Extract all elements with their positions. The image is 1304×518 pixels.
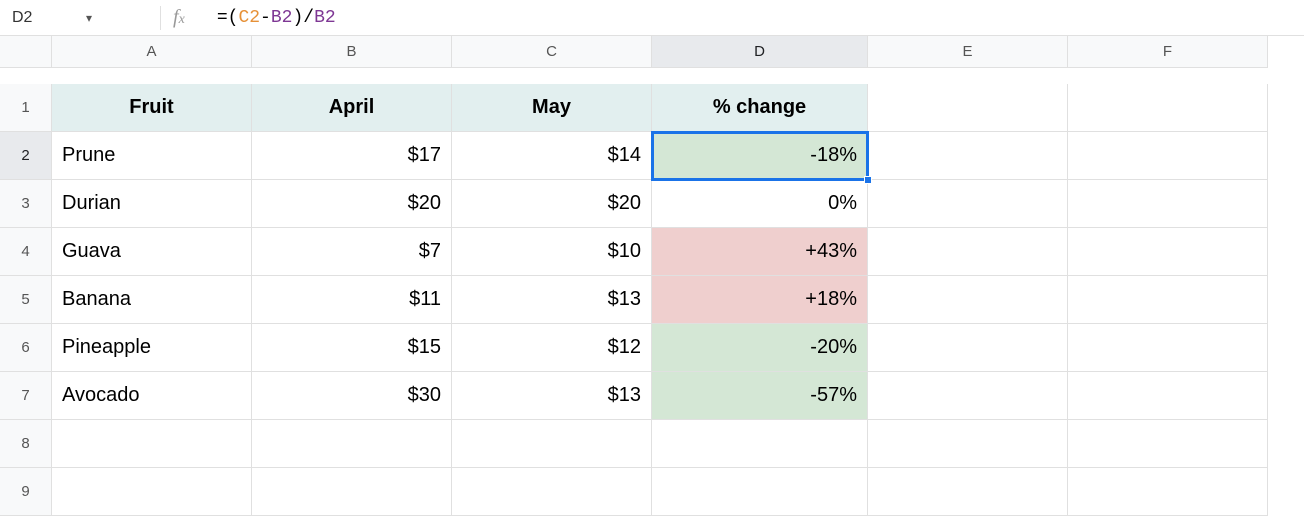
cell-C8[interactable] (452, 420, 652, 468)
cell-D9[interactable] (652, 468, 868, 516)
cell-B1[interactable]: April (252, 84, 452, 132)
cell-C5[interactable]: $13 (452, 276, 652, 324)
cell-E3[interactable] (868, 180, 1068, 228)
cell-A3[interactable]: Durian (52, 180, 252, 228)
cell-A6[interactable]: Pineapple (52, 324, 252, 372)
select-all-corner[interactable] (0, 36, 52, 68)
cell-B3[interactable]: $20 (252, 180, 452, 228)
cell-D6[interactable]: -20% (652, 324, 868, 372)
cell-A9[interactable] (52, 468, 252, 516)
cell-D7[interactable]: -57% (652, 372, 868, 420)
row-header-3[interactable]: 3 (0, 180, 52, 228)
cell-F5[interactable] (1068, 276, 1268, 324)
cell-D3[interactable]: 0% (652, 180, 868, 228)
col-header-D[interactable]: D (652, 36, 868, 68)
cell-C7[interactable]: $13 (452, 372, 652, 420)
row-header-4[interactable]: 4 (0, 228, 52, 276)
cell-E6[interactable] (868, 324, 1068, 372)
cell-D5[interactable]: +18% (652, 276, 868, 324)
cell-F1[interactable] (1068, 84, 1268, 132)
cell-C1[interactable]: May (452, 84, 652, 132)
formula-bar: D2 ▾ fx =(C2-B2)/B2 (0, 0, 1304, 36)
cell-B8[interactable] (252, 420, 452, 468)
row-header-2[interactable]: 2 (0, 132, 52, 180)
cell-A4[interactable]: Guava (52, 228, 252, 276)
cell-A7[interactable]: Avocado (52, 372, 252, 420)
cell-B4[interactable]: $7 (252, 228, 452, 276)
cell-E2[interactable] (868, 132, 1068, 180)
col-header-A[interactable]: A (52, 36, 252, 68)
cell-F9[interactable] (1068, 468, 1268, 516)
row-header-8[interactable]: 8 (0, 420, 52, 468)
cell-A2[interactable]: Prune (52, 132, 252, 180)
cell-E9[interactable] (868, 468, 1068, 516)
cell-E8[interactable] (868, 420, 1068, 468)
row-header-1[interactable]: 1 (0, 84, 52, 132)
col-header-F[interactable]: F (1068, 36, 1268, 68)
cell-E7[interactable] (868, 372, 1068, 420)
cell-reference: D2 (12, 9, 32, 27)
formula-input[interactable]: =(C2-B2)/B2 (217, 8, 1304, 28)
cell-A1[interactable]: Fruit (52, 84, 252, 132)
cell-A5[interactable]: Banana (52, 276, 252, 324)
cell-B2[interactable]: $17 (252, 132, 452, 180)
row-header-6[interactable]: 6 (0, 324, 52, 372)
cell-D4[interactable]: +43% (652, 228, 868, 276)
cell-E4[interactable] (868, 228, 1068, 276)
cell-C2[interactable]: $14 (452, 132, 652, 180)
cell-C4[interactable]: $10 (452, 228, 652, 276)
row-header-9[interactable]: 9 (0, 468, 52, 516)
cell-D2[interactable]: -18% (652, 132, 868, 180)
cell-F6[interactable] (1068, 324, 1268, 372)
row-header-5[interactable]: 5 (0, 276, 52, 324)
name-box[interactable]: D2 (0, 0, 86, 35)
cell-C6[interactable]: $12 (452, 324, 652, 372)
cell-E5[interactable] (868, 276, 1068, 324)
divider (160, 6, 161, 30)
cell-C9[interactable] (452, 468, 652, 516)
row-header-7[interactable]: 7 (0, 372, 52, 420)
cell-D8[interactable] (652, 420, 868, 468)
spreadsheet-grid[interactable]: ABCDEF 1FruitAprilMay% change 2Prune$17$14… (0, 36, 1304, 516)
cell-F8[interactable] (1068, 420, 1268, 468)
fx-icon: fx (173, 6, 185, 29)
cell-E1[interactable] (868, 84, 1068, 132)
cell-D1[interactable]: % change (652, 84, 868, 132)
cell-B6[interactable]: $15 (252, 324, 452, 372)
col-header-E[interactable]: E (868, 36, 1068, 68)
cell-C3[interactable]: $20 (452, 180, 652, 228)
cell-B9[interactable] (252, 468, 452, 516)
cell-B5[interactable]: $11 (252, 276, 452, 324)
cell-B7[interactable]: $30 (252, 372, 452, 420)
cell-F3[interactable] (1068, 180, 1268, 228)
selection-handle[interactable] (864, 176, 872, 184)
cell-A8[interactable] (52, 420, 252, 468)
cell-F2[interactable] (1068, 132, 1268, 180)
col-header-C[interactable]: C (452, 36, 652, 68)
col-header-B[interactable]: B (252, 36, 452, 68)
cell-F7[interactable] (1068, 372, 1268, 420)
name-box-dropdown-icon[interactable]: ▾ (86, 11, 92, 25)
cell-F4[interactable] (1068, 228, 1268, 276)
